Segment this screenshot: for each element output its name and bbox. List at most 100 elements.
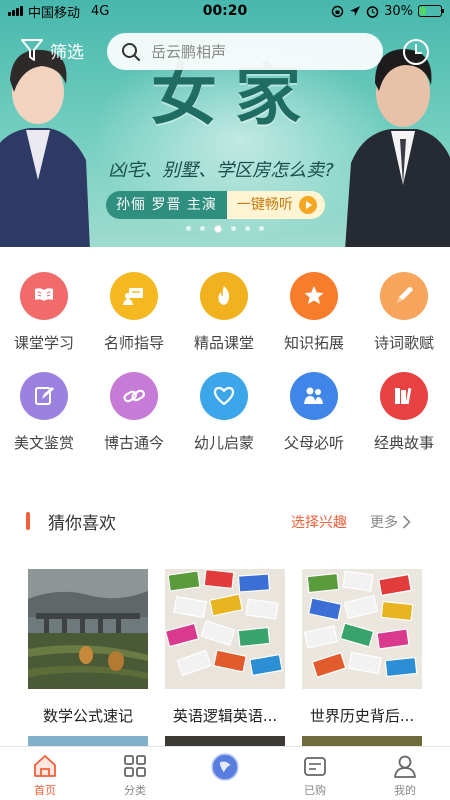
carousel-dot[interactable] bbox=[186, 226, 191, 231]
category-item[interactable]: 课堂学习 bbox=[0, 272, 89, 353]
category-label: 父母必听 bbox=[283, 434, 344, 452]
category-icon-circle bbox=[20, 272, 68, 320]
tab-category[interactable]: 分类 bbox=[90, 747, 180, 800]
course-card[interactable]: 英语逻辑英语... bbox=[164, 568, 285, 726]
course-card-peek[interactable] bbox=[165, 736, 285, 746]
category-icon-circle bbox=[380, 372, 428, 420]
filter-icon bbox=[21, 39, 43, 61]
flame-icon bbox=[218, 286, 230, 305]
section-accent-bar bbox=[26, 512, 30, 530]
guess-section-header: 猜你喜欢 选择兴趣 更多 bbox=[0, 506, 450, 536]
carousel-indicator[interactable] bbox=[0, 224, 450, 233]
signal-icon bbox=[8, 6, 23, 16]
category-item[interactable]: 知识拓展 bbox=[269, 272, 359, 353]
category-label: 经典故事 bbox=[373, 434, 434, 452]
tab-label: 首页 bbox=[34, 784, 56, 797]
tab-profile[interactable]: 我的 bbox=[360, 747, 450, 800]
category-item[interactable]: 博古通今 bbox=[89, 372, 179, 453]
listen-now-label: 一键畅听 bbox=[236, 197, 293, 213]
category-icon-circle bbox=[110, 372, 158, 420]
carousel-dot[interactable] bbox=[231, 226, 236, 231]
tab-player[interactable] bbox=[180, 747, 270, 800]
status-left: 中国移动 4G bbox=[8, 2, 168, 21]
tab-label: 已购 bbox=[304, 784, 326, 797]
tab-label: 我的 bbox=[394, 784, 416, 797]
history-clock-icon[interactable] bbox=[402, 38, 430, 66]
course-title: 数学公式速记 bbox=[42, 707, 133, 725]
clock-time: 00:20 bbox=[202, 3, 248, 19]
search-placeholder: 岳云鹏相声 bbox=[151, 43, 227, 61]
course-thumbnail bbox=[164, 568, 285, 689]
grid-icon bbox=[124, 755, 146, 777]
more-link[interactable]: 更多 bbox=[370, 512, 411, 532]
location-icon bbox=[350, 5, 361, 16]
heart-icon bbox=[213, 386, 235, 406]
app-root: 女家 凶宅、别墅、学区房怎么卖? 孙俪 罗晋 主演 一键畅听 中国移动 4G 0… bbox=[0, 0, 450, 800]
player-icon bbox=[211, 753, 239, 781]
category-item[interactable]: 精品课堂 bbox=[179, 272, 269, 353]
star-icon bbox=[304, 286, 324, 304]
home-icon bbox=[34, 755, 56, 777]
books-icon bbox=[395, 387, 412, 405]
book-icon bbox=[35, 288, 53, 301]
category-label: 美文鉴赏 bbox=[13, 434, 74, 452]
category-item[interactable]: 幼儿启蒙 bbox=[179, 372, 269, 453]
category-label: 知识拓展 bbox=[283, 334, 344, 352]
course-title: 世界历史背后... bbox=[309, 707, 415, 725]
category-item[interactable]: 美文鉴赏 bbox=[0, 372, 89, 453]
banner-subtitle: 凶宅、别墅、学区房怎么卖? bbox=[108, 160, 334, 181]
pen-icon bbox=[397, 287, 413, 303]
orientation-lock-icon bbox=[331, 5, 344, 17]
category-icon-circle bbox=[290, 272, 338, 320]
parents-icon bbox=[304, 387, 323, 404]
teacher-icon bbox=[123, 288, 143, 305]
category-label: 名师指导 bbox=[103, 334, 164, 352]
tab-purchased[interactable]: 已购 bbox=[270, 747, 360, 800]
choose-interest-link[interactable]: 选择兴趣 bbox=[291, 512, 347, 532]
carousel-dot[interactable] bbox=[214, 224, 222, 233]
more-label: 更多 bbox=[370, 515, 398, 531]
battery-fill bbox=[420, 7, 426, 15]
listen-now-button[interactable]: 一键畅听 bbox=[226, 191, 325, 219]
category-label: 幼儿启蒙 bbox=[193, 434, 254, 452]
chevron-right-icon bbox=[402, 515, 411, 529]
category-icon-circle bbox=[380, 272, 428, 320]
search-icon bbox=[122, 42, 140, 61]
banner-actress-image bbox=[0, 49, 90, 247]
course-card-peek[interactable] bbox=[28, 736, 148, 746]
category-item[interactable]: 经典故事 bbox=[359, 372, 449, 453]
filter-label: 筛选 bbox=[50, 42, 84, 63]
category-icon-circle bbox=[200, 272, 248, 320]
profile-icon bbox=[394, 755, 416, 778]
link-icon bbox=[123, 389, 146, 403]
category-label: 诗词歌赋 bbox=[373, 334, 434, 352]
battery-icon bbox=[418, 5, 444, 17]
tab-home[interactable]: 首页 bbox=[0, 747, 90, 800]
status-right: 30% bbox=[282, 3, 444, 19]
banner-cta-row: 孙俪 罗晋 主演 一键畅听 bbox=[106, 191, 325, 219]
category-item[interactable]: 父母必听 bbox=[269, 372, 359, 453]
category-label: 精品课堂 bbox=[193, 334, 254, 352]
category-icon-circle bbox=[200, 372, 248, 420]
battery-percent: 30% bbox=[384, 3, 413, 19]
course-thumbnail bbox=[302, 569, 422, 689]
course-thumbnail bbox=[28, 569, 148, 689]
category-icon-circle bbox=[290, 372, 338, 420]
network-type: 4G bbox=[91, 3, 110, 19]
carrier-name: 中国移动 bbox=[28, 5, 81, 21]
carousel-dot[interactable] bbox=[245, 226, 250, 231]
course-card[interactable]: 世界历史背后... bbox=[302, 569, 422, 726]
course-card-peek[interactable] bbox=[302, 736, 422, 746]
edit-icon bbox=[35, 387, 54, 405]
carousel-dot[interactable] bbox=[200, 226, 205, 231]
section-title: 猜你喜欢 bbox=[48, 514, 116, 534]
course-card[interactable]: 数学公式速记 bbox=[28, 569, 148, 726]
carousel-dot[interactable] bbox=[259, 226, 264, 231]
search-input[interactable]: 岳云鹏相声 bbox=[107, 33, 383, 70]
bottom-tab-bar: 首页 分类 已购 我的 bbox=[0, 746, 450, 800]
tab-label: 分类 bbox=[124, 784, 146, 797]
category-item[interactable]: 诗词歌赋 bbox=[359, 272, 449, 353]
filter-button[interactable]: 筛选 bbox=[20, 37, 84, 63]
category-item[interactable]: 名师指导 bbox=[89, 272, 179, 353]
play-icon bbox=[298, 196, 317, 214]
